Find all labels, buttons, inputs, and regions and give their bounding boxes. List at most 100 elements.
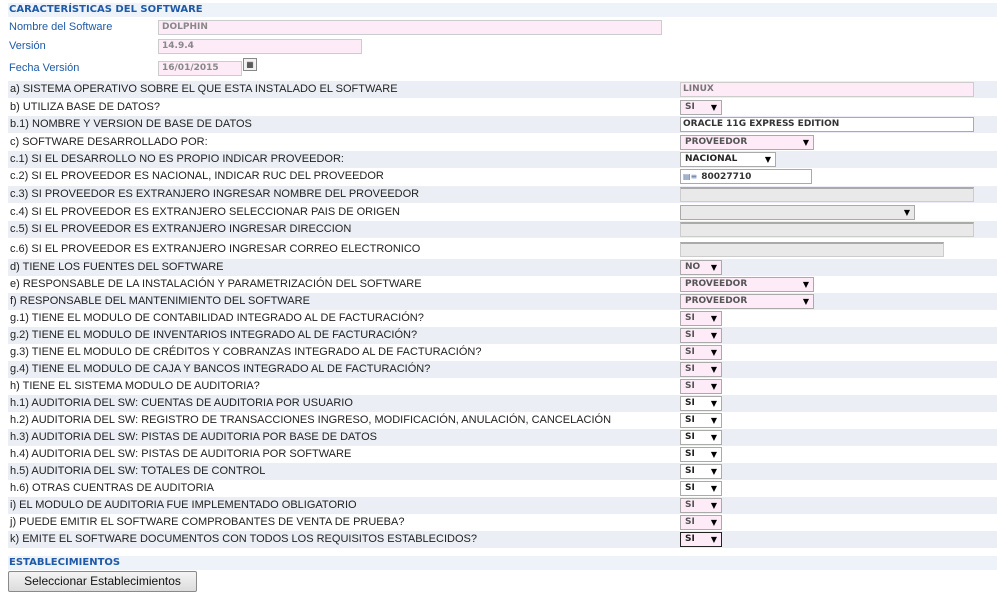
answer-select[interactable]: PROVEEDOR ▼ [680,277,814,292]
select-establishments-button[interactable]: Seleccionar Establecimientos [8,571,197,592]
question-label: a) SISTEMA OPERATIVO SOBRE EL QUE ESTA I… [10,83,398,95]
answer-text-field[interactable] [680,187,974,202]
answer-select[interactable]: SI ▼ [680,362,722,377]
answer-value: NO [685,262,701,272]
chevron-down-icon: ▼ [710,263,717,272]
answer-text-field[interactable] [680,222,974,237]
answer-value: SI [685,483,695,493]
answer-value: ORACLE 11G EXPRESS EDITION [683,119,840,129]
chevron-down-icon: ▼ [710,348,717,357]
chevron-down-icon: ▼ [710,314,717,323]
chevron-down-icon: ▼ [802,280,809,289]
answer-value: PROVEEDOR [685,296,748,306]
question-row: d) TIENE LOS FUENTES DEL SOFTWARE NO ▼ [8,259,997,276]
question-label: c) SOFTWARE DESARROLLADO POR: [10,136,208,148]
answer-value: SI [685,347,695,357]
section-title-establecimientos: ESTABLECIMIENTOS [8,556,997,570]
software-name-label: Nombre del Software [9,21,113,33]
question-label: e) RESPONSABLE DE LA INSTALACIÓN Y PARAM… [10,278,422,290]
question-label: g.4) TIENE EL MODULO DE CAJA Y BANCOS IN… [10,363,431,375]
version-date-field[interactable]: 16/01/2015 [158,61,242,76]
country-select[interactable]: ▼ [680,205,915,220]
answer-text-field[interactable]: LINUX [680,82,974,97]
answer-value: SI [685,466,695,476]
answer-value: SI [685,415,695,425]
question-label: k) EMITE EL SOFTWARE DOCUMENTOS CON TODO… [10,533,477,545]
answer-select[interactable]: SI ▼ [680,447,722,462]
answer-value: SI [685,398,695,408]
chevron-down-icon: ▼ [710,331,717,340]
answer-select[interactable]: SI ▼ [680,345,722,360]
chevron-down-icon: ▼ [802,138,809,147]
question-row: c.2) SI EL PROVEEDOR ES NACIONAL, INDICA… [8,168,997,185]
software-name-field[interactable]: DOLPHIN [158,20,662,35]
answer-select[interactable]: SI ▼ [680,532,722,547]
question-label: h.2) AUDITORIA DEL SW: REGISTRO DE TRANS… [10,414,612,426]
question-label: j) PUEDE EMITIR EL SOFTWARE COMPROBANTES… [10,516,405,528]
answer-select[interactable]: PROVEEDOR ▼ [680,294,814,309]
answer-select[interactable]: SI ▼ [680,413,722,428]
answer-value: SI [685,517,695,527]
question-label: c.4) SI EL PROVEEDOR ES EXTRANJERO SELEC… [10,206,400,218]
answer-select[interactable]: SI ▼ [680,100,722,115]
question-row: h.4) AUDITORIA DEL SW: PISTAS DE AUDITOR… [8,446,997,463]
question-label: g.2) TIENE EL MODULO DE INVENTARIOS INTE… [10,329,418,341]
version-label: Versión [9,40,46,52]
question-row: k) EMITE EL SOFTWARE DOCUMENTOS CON TODO… [8,531,997,548]
version-field[interactable]: 14.9.4 [158,39,362,54]
chevron-down-icon: ▼ [710,103,717,112]
answer-select[interactable]: SI ▼ [680,481,722,496]
answer-value: SI [685,330,695,340]
answer-text-field[interactable] [680,242,944,257]
answer-value: 80027710 [701,172,752,182]
question-row: e) RESPONSABLE DE LA INSTALACIÓN Y PARAM… [8,276,997,293]
answer-value: PROVEEDOR [685,137,748,147]
answer-select[interactable]: SI ▼ [680,515,722,530]
answer-select[interactable]: SI ▼ [680,396,722,411]
question-label: b) UTILIZA BASE DE DATOS? [10,101,160,113]
question-row: h.2) AUDITORIA DEL SW: REGISTRO DE TRANS… [8,412,997,429]
answer-value: SI [685,313,695,323]
question-row: f) RESPONSABLE DEL MANTENIMIENTO DEL SOF… [8,293,997,310]
id-card-icon: ▤≡ [683,172,698,181]
question-row: b.1) NOMBRE Y VERSION DE BASE DE DATOS OR… [8,116,997,133]
question-row: a) SISTEMA OPERATIVO SOBRE EL QUE ESTA I… [8,81,997,98]
answer-text-field[interactable]: ORACLE 11G EXPRESS EDITION [680,117,974,132]
calendar-icon[interactable]: ▦ [243,58,257,71]
question-row: j) PUEDE EMITIR EL SOFTWARE COMPROBANTES… [8,514,997,531]
answer-select[interactable]: SI ▼ [680,379,722,394]
answer-select[interactable]: SI ▼ [680,498,722,513]
answer-select[interactable]: SI ▼ [680,464,722,479]
chevron-down-icon: ▼ [710,535,717,544]
answer-select[interactable]: SI ▼ [680,311,722,326]
answer-value: LINUX [683,84,714,94]
chevron-down-icon: ▼ [710,467,717,476]
answer-select[interactable]: PROVEEDOR ▼ [680,135,814,150]
question-row: h) TIENE EL SISTEMA MODULO DE AUDITORIA?… [8,378,997,395]
question-row: c.1) SI EL DESARROLLO NO ES PROPIO INDIC… [8,151,997,168]
question-label: g.1) TIENE EL MODULO DE CONTABILIDAD INT… [10,312,424,324]
ruc-field[interactable]: ▤≡ 80027710 [680,169,812,184]
answer-select[interactable]: NACIONAL ▼ [680,152,776,167]
question-label: g.3) TIENE EL MODULO DE CRÉDITOS Y COBRA… [10,346,482,358]
question-label: f) RESPONSABLE DEL MANTENIMIENTO DEL SOF… [10,295,310,307]
chevron-down-icon: ▼ [903,208,910,217]
answer-value: NACIONAL [685,154,738,164]
question-label: h.5) AUDITORIA DEL SW: TOTALES DE CONTRO… [10,465,266,477]
answer-select[interactable]: SI ▼ [680,328,722,343]
chevron-down-icon: ▼ [802,297,809,306]
question-row: g.4) TIENE EL MODULO DE CAJA Y BANCOS IN… [8,361,997,378]
chevron-down-icon: ▼ [710,365,717,374]
question-label: c.2) SI EL PROVEEDOR ES NACIONAL, INDICA… [10,170,384,182]
question-label: h.1) AUDITORIA DEL SW: CUENTAS DE AUDITO… [10,397,353,409]
chevron-down-icon: ▼ [710,518,717,527]
answer-value: PROVEEDOR [685,279,748,289]
question-label: c.5) SI EL PROVEEDOR ES EXTRANJERO INGRE… [10,223,352,235]
question-label: h) TIENE EL SISTEMA MODULO DE AUDITORIA? [10,380,260,392]
answer-select[interactable]: SI ▼ [680,430,722,445]
question-row: h.1) AUDITORIA DEL SW: CUENTAS DE AUDITO… [8,395,997,412]
chevron-down-icon: ▼ [710,484,717,493]
question-row: g.2) TIENE EL MODULO DE INVENTARIOS INTE… [8,327,997,344]
chevron-down-icon: ▼ [710,450,717,459]
answer-select[interactable]: NO ▼ [680,260,722,275]
